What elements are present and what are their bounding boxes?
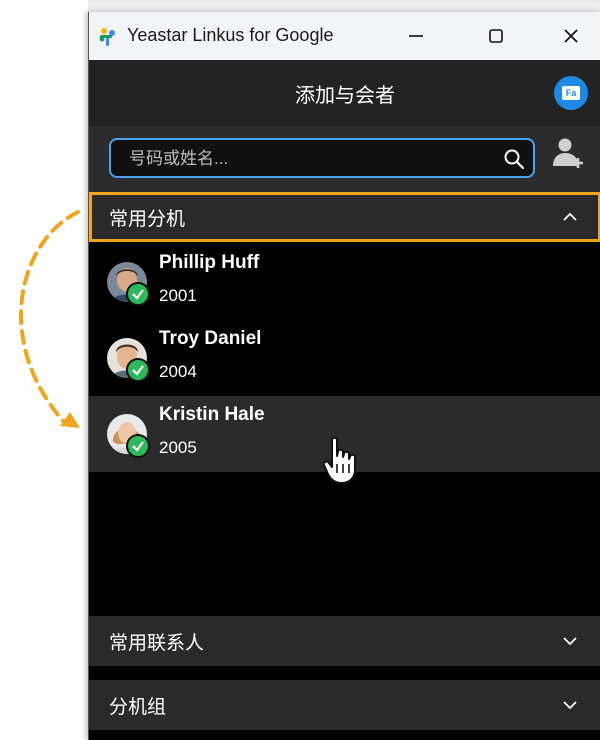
extension-number: 2005 bbox=[159, 438, 197, 457]
page-title: 添加与会者 bbox=[295, 84, 395, 107]
add-contact-icon[interactable] bbox=[551, 136, 585, 170]
window-title: Yeastar Linkus for Google bbox=[127, 25, 334, 45]
maximize-icon bbox=[489, 29, 503, 43]
section-frequent-contacts[interactable]: 常用联系人 bbox=[89, 616, 600, 666]
status-available-icon bbox=[126, 282, 150, 306]
status-available-icon bbox=[126, 358, 150, 382]
contact-name: Kristin Hale bbox=[159, 404, 265, 425]
annotation-arrow-icon bbox=[19, 210, 80, 428]
search-input[interactable] bbox=[127, 140, 491, 178]
contact-name: Phillip Huff bbox=[159, 252, 260, 273]
search-icon[interactable] bbox=[503, 148, 525, 170]
maximize-button[interactable] bbox=[469, 12, 523, 60]
account-badge-label: Fa bbox=[562, 86, 580, 100]
section-label: 常用分机 bbox=[109, 208, 186, 230]
minimize-button[interactable] bbox=[389, 12, 443, 60]
extension-number: 2004 bbox=[159, 362, 197, 381]
section-label: 常用联系人 bbox=[109, 632, 205, 654]
close-icon bbox=[564, 29, 578, 43]
hand-cursor-icon bbox=[322, 436, 356, 484]
status-available-icon bbox=[126, 434, 150, 458]
chevron-down-icon bbox=[563, 637, 577, 646]
dialog-header: 添加与会者 Fa bbox=[89, 60, 600, 126]
section-label: 分机组 bbox=[109, 696, 167, 718]
title-bar: Yeastar Linkus for Google bbox=[89, 12, 600, 60]
yeastar-logo-icon bbox=[99, 28, 115, 46]
section-frequent-extensions[interactable]: 常用分机 bbox=[89, 192, 600, 242]
minimize-icon bbox=[409, 35, 423, 37]
section-extension-groups[interactable]: 分机组 bbox=[89, 680, 600, 730]
list-item[interactable]: Phillip Huff 2001 bbox=[89, 244, 600, 320]
contact-name: Troy Daniel bbox=[159, 328, 262, 349]
account-avatar[interactable]: Fa bbox=[554, 76, 588, 110]
search-bar bbox=[89, 126, 600, 202]
chevron-up-icon bbox=[563, 212, 577, 221]
extension-number: 2001 bbox=[159, 286, 197, 305]
search-field[interactable] bbox=[109, 138, 535, 178]
list-item[interactable]: Troy Daniel 2004 bbox=[89, 320, 600, 396]
close-button[interactable] bbox=[544, 12, 598, 60]
chevron-down-icon bbox=[563, 701, 577, 710]
app-window: Yeastar Linkus for Google 添加与会者 Fa 号码或姓名… bbox=[88, 12, 600, 740]
